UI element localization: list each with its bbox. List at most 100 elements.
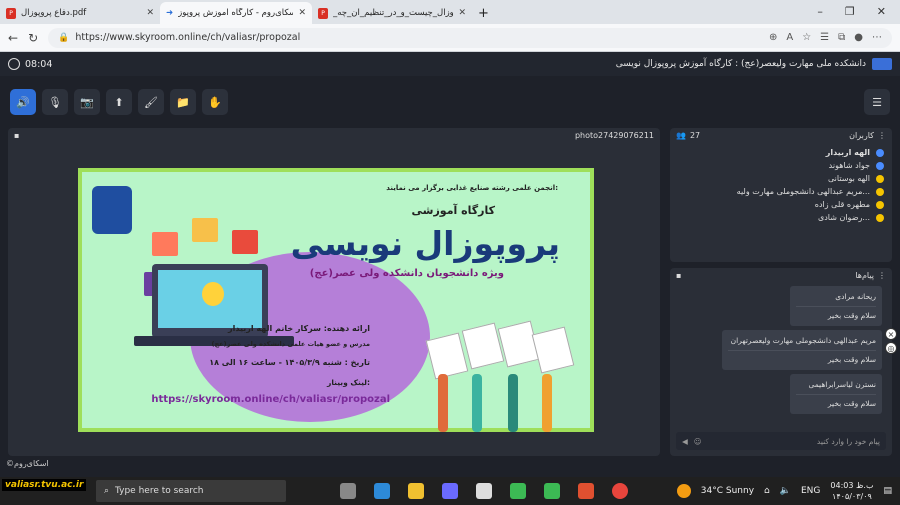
message-bubble: ریحانه مرادی سلام وقت بخیر bbox=[790, 286, 882, 326]
hand-icon: ✋ bbox=[208, 95, 222, 109]
poster-link: https://skyroom.online/ch/valiasr/propoz… bbox=[151, 394, 390, 405]
more-icon[interactable]: ⋯ bbox=[872, 32, 882, 43]
notification-icon[interactable]: ▤ bbox=[883, 486, 892, 496]
send-icon[interactable]: ◀ bbox=[682, 437, 688, 446]
users-header: 👥 27 کاربران ⋮ bbox=[670, 128, 892, 142]
camera-off-button[interactable]: 📷 bbox=[74, 89, 100, 115]
language-indicator[interactable]: ENG bbox=[801, 486, 820, 496]
close-tab-icon[interactable]: ✕ bbox=[458, 8, 466, 18]
user-icon bbox=[876, 187, 884, 196]
taskbar-apps bbox=[340, 483, 628, 499]
mail-icon[interactable] bbox=[476, 483, 492, 499]
message-text: سلام وقت بخیر bbox=[796, 306, 876, 322]
folder-icon: 📁 bbox=[176, 95, 190, 109]
messages-menu-icon[interactable]: ⋮ bbox=[878, 271, 886, 280]
volume-icon[interactable]: 🔈 bbox=[780, 486, 791, 496]
chrome-icon[interactable] bbox=[612, 483, 628, 499]
poster-presenter: ارائه دهنده: سرکار خانم الهه اربیدار bbox=[228, 324, 370, 333]
browser-tab[interactable]: P _پروپوزال_چیست_و_در_تنظیم_آن_چه ✕ bbox=[312, 2, 472, 24]
book-icon bbox=[232, 230, 258, 254]
browser-tab[interactable]: P دفاع پروپوزال.pdf ✕ bbox=[0, 2, 160, 24]
poster-image: انجمن علمی رشته صنایع غذایی برگزار می نم… bbox=[78, 168, 594, 432]
collections-icon[interactable]: ⧉ bbox=[838, 32, 845, 43]
folder-button[interactable]: 📁 bbox=[170, 89, 196, 115]
taskbar-search[interactable]: ⌕ Type here to search bbox=[96, 480, 286, 502]
brush-icon: 🖌 bbox=[144, 95, 158, 109]
poster-organizer: انجمن علمی رشته صنایع غذایی برگزار می نم… bbox=[386, 184, 558, 192]
close-tab-icon[interactable]: ✕ bbox=[298, 8, 306, 18]
task-view-icon[interactable] bbox=[340, 483, 356, 499]
session-clock: 08:04 bbox=[8, 58, 52, 70]
user-row[interactable]: مطهره قلی زاده bbox=[815, 200, 884, 209]
close-window-icon[interactable]: ✕ bbox=[877, 5, 886, 18]
minimize-icon[interactable]: – bbox=[817, 5, 823, 18]
file-explorer-icon[interactable] bbox=[408, 483, 424, 499]
mic-off-icon: 🎙 bbox=[48, 95, 62, 109]
new-tab-button[interactable]: + bbox=[472, 2, 495, 24]
user-row[interactable]: الهه اربیدار bbox=[826, 148, 884, 157]
presentation-panel: ▪ photo27429076211 انجمن علمی رشته صنایع… bbox=[8, 128, 660, 456]
chat-icon: ▪ bbox=[676, 270, 682, 280]
read-aloud-icon[interactable]: A bbox=[786, 32, 793, 43]
user-icon bbox=[876, 213, 884, 222]
favorite-icon[interactable]: ☆ bbox=[802, 32, 811, 43]
messages-list: ریحانه مرادی سلام وقت بخیر مریم عبدالهی دا… bbox=[670, 286, 892, 414]
menu-button[interactable]: ☰ bbox=[864, 89, 890, 115]
back-icon[interactable]: ← bbox=[8, 31, 18, 45]
pdf-icon: P bbox=[318, 7, 328, 19]
user-icon bbox=[876, 161, 884, 170]
restore-icon[interactable]: ❐ bbox=[845, 5, 855, 18]
url-text: https://www.skyroom.online/ch/valiasr/pr… bbox=[75, 32, 301, 43]
hand-button[interactable]: ✋ bbox=[202, 89, 228, 115]
emoji-icon[interactable]: ☺ bbox=[694, 437, 702, 446]
weather-text[interactable]: 34°C Sunny bbox=[701, 486, 754, 496]
poster-link-label: لینک وبینار: bbox=[327, 378, 370, 387]
message-sender: ریحانه مرادی bbox=[835, 292, 876, 301]
messages-panel: ▪ پیام‌ها ⋮ ریحانه مرادی سلام وقت بخیر مری… bbox=[670, 268, 892, 456]
security-icon[interactable] bbox=[544, 483, 560, 499]
user-row[interactable]: مریم عبدالهی دانشجوملی مهارت ولیه... bbox=[737, 187, 884, 196]
store-icon[interactable] bbox=[442, 483, 458, 499]
profile-icon[interactable]: ● bbox=[854, 32, 863, 43]
room-title: دانشکده ملی مهارت ولیعصر(عج) : کارگاه آم… bbox=[616, 58, 892, 70]
windows-taskbar: ⌕ Type here to search 34°C Sunny ⌂ 🔈 ENG… bbox=[0, 477, 900, 505]
browser-tab[interactable]: ➜ اسکای‌روم - کارگاه آموزش پروپوز ✕ bbox=[160, 2, 312, 24]
close-icon[interactable]: × bbox=[885, 328, 897, 340]
clock[interactable]: 04:03 ب.ظ ۱۴۰۵/۰۳/۰۹ bbox=[830, 480, 873, 502]
security-icon[interactable] bbox=[510, 483, 526, 499]
user-row[interactable]: الهه بوستانی bbox=[828, 174, 884, 183]
network-icon[interactable]: ⌂ bbox=[764, 486, 770, 496]
user-row[interactable]: رضوان شادی... bbox=[818, 213, 884, 222]
poster-presenter-role: مدرس و عضو هیات علمی دانشکده ولی عصر(عج) bbox=[211, 340, 370, 348]
presentation-label: photo27429076211 bbox=[574, 130, 654, 140]
speaker-button[interactable]: 🔊 bbox=[10, 89, 36, 115]
user-row[interactable]: جواد شاهوند bbox=[829, 161, 884, 170]
poster-date: تاریخ : شنبه ۱۴۰۵/۳/۹ - ساعت ۱۶ الی ۱۸ bbox=[209, 358, 370, 367]
message-text: سلام وقت بخیر bbox=[796, 394, 876, 410]
browser-tab-bar: P دفاع پروپوزال.pdf ✕ ➜ اسکای‌روم - کارگاه آ… bbox=[0, 0, 900, 24]
room-title-text: دانشکده ملی مهارت ولیعصر(عج) : کارگاه آم… bbox=[615, 59, 866, 69]
messages-title: پیام‌ها bbox=[855, 270, 874, 280]
speaker-icon: 🔊 bbox=[16, 95, 30, 109]
message-input[interactable]: ◀ ☺ پیام خود را وارد کنید bbox=[676, 432, 886, 450]
poster-audience: ویژه دانشجویان دانشکده ولی عصر(عج) bbox=[309, 268, 504, 279]
reload-icon[interactable]: ↻ bbox=[28, 31, 38, 45]
book-icon bbox=[152, 232, 178, 256]
close-tab-icon[interactable]: ✕ bbox=[146, 8, 154, 18]
edge-icon[interactable] bbox=[374, 483, 390, 499]
url-field[interactable]: 🔒 https://www.skyroom.online/ch/valiasr/… bbox=[48, 27, 892, 48]
brush-button[interactable]: 🖌 bbox=[138, 89, 164, 115]
presentation-header: ▪ photo27429076211 bbox=[8, 128, 660, 142]
favorites-bar-icon[interactable]: ☰ bbox=[820, 32, 829, 43]
zoom-icon[interactable]: ⊕ bbox=[769, 32, 777, 43]
hamburger-icon: ☰ bbox=[872, 95, 882, 109]
users-menu-icon[interactable]: ⋮ bbox=[878, 131, 886, 140]
clock-icon bbox=[8, 58, 20, 70]
screen-share-button[interactable]: ⬆ bbox=[106, 89, 132, 115]
address-bar: ← ↻ 🔒 https://www.skyroom.online/ch/vali… bbox=[0, 24, 900, 52]
app-icon[interactable] bbox=[578, 483, 594, 499]
side-toggle-icon[interactable]: ◎ bbox=[885, 342, 897, 354]
user-icon bbox=[876, 148, 884, 157]
user-name: رضوان شادی... bbox=[817, 213, 870, 222]
mic-off-button[interactable]: 🎙 bbox=[42, 89, 68, 115]
